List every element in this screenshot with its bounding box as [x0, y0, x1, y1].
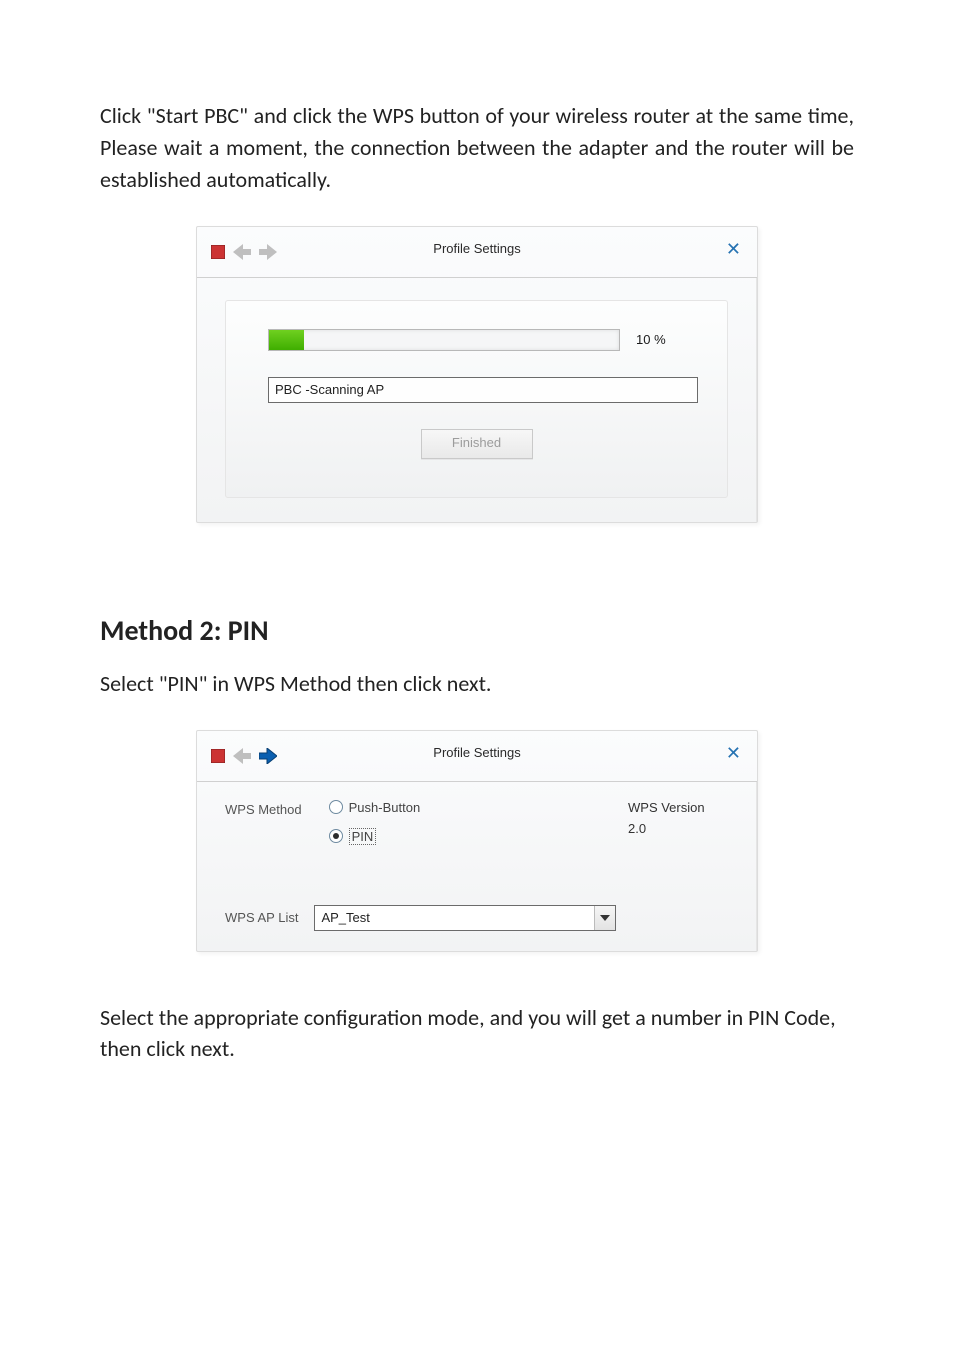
wps-ap-list-label: WPS AP List	[225, 910, 298, 925]
chevron-down-icon[interactable]	[594, 906, 615, 930]
profile-settings-dialog-progress: Profile Settings ✕ 10 % PBC -Scanning AP…	[196, 226, 758, 523]
status-text-box: PBC -Scanning AP	[268, 377, 698, 403]
radio-pin-label: PIN	[349, 828, 377, 845]
dialog-content: 10 % PBC -Scanning AP Finished	[225, 300, 728, 498]
dialog-title: Profile Settings	[197, 745, 757, 760]
close-icon[interactable]: ✕	[726, 743, 741, 764]
dialog-title: Profile Settings	[197, 241, 757, 256]
heading-method-2-pin: Method 2: PIN	[100, 613, 854, 648]
dialog-content: WPS Method Push-Button WPS Version 2.0 P…	[225, 800, 728, 931]
radio-icon	[329, 829, 343, 843]
paragraph-pbc-instructions: Click "Start PBC" and click the WPS butt…	[100, 100, 854, 196]
dialog-header: Profile Settings ✕	[197, 227, 757, 278]
wps-version-value: 2.0	[628, 821, 728, 836]
wps-version-label: WPS Version	[628, 800, 728, 815]
dialog-header: Profile Settings ✕	[197, 731, 757, 782]
finished-button: Finished	[421, 429, 533, 459]
wps-ap-list-value: AP_Test	[315, 910, 594, 925]
status-text: PBC -Scanning AP	[275, 382, 384, 397]
wps-method-label: WPS Method	[225, 802, 325, 817]
radio-push-button[interactable]: Push-Button	[329, 800, 421, 815]
close-icon[interactable]: ✕	[726, 239, 741, 260]
wps-ap-list-dropdown[interactable]: AP_Test	[314, 905, 616, 931]
progress-percent-label: 10 %	[636, 332, 666, 347]
paragraph-config-mode: Select the appropriate configuration mod…	[100, 1002, 854, 1066]
radio-push-button-label: Push-Button	[349, 800, 421, 815]
progress-bar	[268, 329, 620, 351]
radio-icon	[329, 800, 343, 814]
profile-settings-dialog-wps-method: Profile Settings ✕ WPS Method Push-Butto…	[196, 730, 758, 952]
paragraph-select-pin: Select "PIN" in WPS Method then click ne…	[100, 668, 854, 700]
radio-pin[interactable]: PIN	[329, 828, 377, 845]
